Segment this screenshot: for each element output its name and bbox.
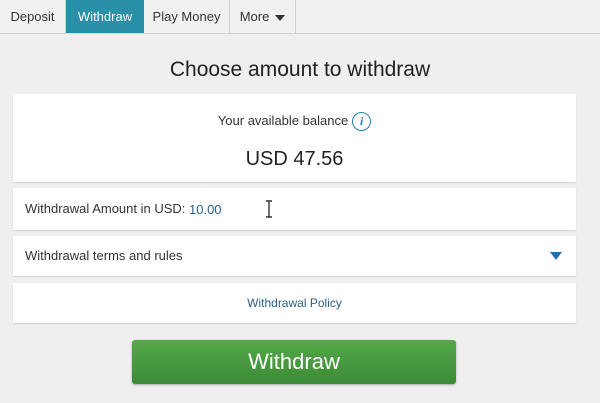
tab-play-money[interactable]: Play Money — [144, 0, 230, 33]
balance-label-row: Your available balance i — [13, 112, 576, 131]
balance-card: Your available balance i USD 47.56 — [13, 94, 576, 182]
amount-label: Withdrawal Amount in USD: — [25, 201, 186, 216]
amount-input[interactable] — [189, 196, 549, 222]
tab-bar: Deposit Withdraw Play Money More — [0, 0, 600, 34]
balance-value: USD 47.56 — [245, 148, 344, 170]
tab-deposit[interactable]: Deposit — [0, 0, 66, 33]
tab-more-label: More — [239, 9, 270, 24]
policy-row: Withdrawal Policy — [13, 283, 576, 323]
text-cursor-icon — [266, 200, 272, 218]
page-title: Choose amount to withdraw — [169, 58, 431, 81]
chevron-down-icon[interactable] — [550, 252, 562, 260]
balance-label: Your available balance — [217, 112, 349, 128]
withdrawal-policy-link[interactable]: Withdrawal Policy — [13, 283, 576, 323]
tab-withdraw[interactable]: Withdraw — [66, 0, 144, 33]
caret-down-icon — [275, 14, 286, 21]
withdraw-button[interactable]: Withdraw — [132, 340, 456, 384]
amount-row: Withdrawal Amount in USD: — [13, 188, 576, 230]
terms-row[interactable]: Withdrawal terms and rules — [13, 236, 576, 276]
terms-label: Withdrawal terms and rules — [25, 248, 183, 263]
tab-more[interactable]: More — [230, 0, 296, 33]
info-icon[interactable]: i — [352, 112, 372, 131]
